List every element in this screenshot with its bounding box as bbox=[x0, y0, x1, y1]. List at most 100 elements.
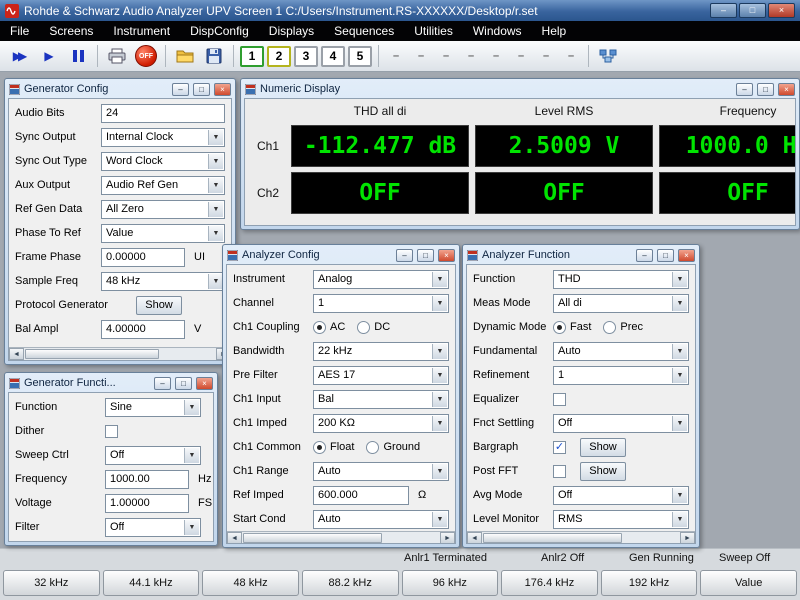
equalizer-checkbox[interactable] bbox=[553, 392, 566, 406]
minimize-button[interactable]: – bbox=[636, 248, 653, 262]
maximize-button[interactable]: □ bbox=[657, 248, 674, 262]
phase-to-ref-select[interactable]: Value ▼ bbox=[101, 223, 225, 243]
maximize-button[interactable]: □ bbox=[175, 376, 192, 390]
scroll-left-arrow[interactable]: ◄ bbox=[467, 532, 482, 543]
radio-ground[interactable] bbox=[366, 440, 380, 454]
close-button[interactable]: × bbox=[778, 82, 795, 96]
meas-mode-select[interactable]: All di ▼ bbox=[553, 293, 689, 313]
start-single-button[interactable]: ▶ bbox=[36, 44, 62, 68]
ch1-imped-select[interactable]: 200 KΩ ▼ bbox=[313, 413, 449, 433]
radio-ac[interactable] bbox=[313, 320, 326, 334]
menu-item-dispconfig[interactable]: DispConfig bbox=[180, 21, 259, 41]
function-select[interactable]: Sine ▼ bbox=[105, 397, 201, 417]
fnct-settling-select[interactable]: Off ▼ bbox=[553, 413, 689, 433]
softkey-48khz[interactable]: 48 kHz bbox=[202, 570, 299, 596]
horizontal-scrollbar[interactable]: ◄ ► bbox=[467, 531, 695, 543]
radio-float[interactable] bbox=[313, 440, 326, 454]
softkey-88-2khz[interactable]: 88.2 kHz bbox=[301, 570, 399, 596]
radio-prec[interactable] bbox=[603, 320, 617, 334]
setup-4-button[interactable]: 4 bbox=[321, 45, 345, 67]
avg-mode-select[interactable]: Off ▼ bbox=[553, 485, 689, 505]
generator-function-titlebar[interactable]: Generator Functi... – □ × bbox=[8, 374, 214, 392]
softkey-176-4khz[interactable]: 176.4 kHz bbox=[501, 570, 598, 596]
ref-imped-input[interactable]: 600.000 bbox=[313, 485, 409, 505]
ref-gen-data-select[interactable]: All Zero ▼ bbox=[101, 199, 225, 219]
bandwidth-select[interactable]: 22 kHz ▼ bbox=[313, 341, 449, 361]
scroll-thumb[interactable] bbox=[243, 533, 382, 543]
maximize-button[interactable]: □ bbox=[417, 248, 434, 262]
aux-output-select[interactable]: Audio Ref Gen ▼ bbox=[101, 175, 225, 195]
menu-item-help[interactable]: Help bbox=[532, 21, 577, 41]
menu-item-file[interactable]: File bbox=[0, 21, 39, 41]
bargraph-checkbox[interactable]: ✓ bbox=[553, 440, 566, 454]
scroll-thumb[interactable] bbox=[483, 533, 622, 543]
save-setup-button[interactable] bbox=[201, 44, 227, 68]
frequency-input[interactable]: 1000.00 bbox=[105, 469, 189, 489]
maximize-button[interactable]: □ bbox=[193, 82, 210, 96]
analyzer-function-titlebar[interactable]: Analyzer Function – □ × bbox=[466, 246, 696, 264]
window-arrange-button[interactable] bbox=[595, 44, 621, 68]
setup-3-button[interactable]: 3 bbox=[294, 45, 318, 67]
scroll-thumb[interactable] bbox=[25, 349, 160, 359]
radio-fast[interactable] bbox=[553, 320, 566, 334]
close-button[interactable]: × bbox=[678, 248, 695, 262]
minimize-button[interactable]: – bbox=[172, 82, 189, 96]
scroll-left-arrow[interactable]: ◄ bbox=[227, 532, 242, 543]
maximize-button[interactable]: □ bbox=[757, 82, 774, 96]
setup-5-button[interactable]: 5 bbox=[348, 45, 372, 67]
filter-select[interactable]: Off ▼ bbox=[105, 517, 201, 537]
sync-out-type-select[interactable]: Word Clock ▼ bbox=[101, 151, 225, 171]
sample-freq-select[interactable]: 48 kHz ▼ bbox=[101, 271, 225, 291]
menu-item-utilities[interactable]: Utilities bbox=[404, 21, 463, 41]
numeric-display-titlebar[interactable]: Numeric Display – □ × bbox=[244, 80, 796, 98]
voltage-input[interactable]: 1.00000 bbox=[105, 493, 189, 513]
menu-item-sequences[interactable]: Sequences bbox=[324, 21, 404, 41]
minimize-button[interactable]: – bbox=[736, 82, 753, 96]
ch1-input-select[interactable]: Bal ▼ bbox=[313, 389, 449, 409]
menu-item-screens[interactable]: Screens bbox=[39, 21, 103, 41]
channel-select[interactable]: 1 ▼ bbox=[313, 293, 449, 313]
close-button[interactable]: × bbox=[214, 82, 231, 96]
sync-output-select[interactable]: Internal Clock ▼ bbox=[101, 127, 225, 147]
minimize-button[interactable]: – bbox=[396, 248, 413, 262]
refinement-select[interactable]: 1 ▼ bbox=[553, 365, 689, 385]
level-monitor-select[interactable]: RMS ▼ bbox=[553, 509, 689, 529]
analyzer-config-titlebar[interactable]: Analyzer Config – □ × bbox=[226, 246, 456, 264]
close-button[interactable]: × bbox=[768, 3, 795, 18]
instrument-select[interactable]: Analog ▼ bbox=[313, 269, 449, 289]
softkey-32khz[interactable]: 32 kHz bbox=[3, 570, 100, 596]
protocol-generator-show-button[interactable]: Show bbox=[136, 295, 182, 315]
scroll-right-arrow[interactable]: ► bbox=[680, 532, 695, 543]
dither-checkbox[interactable] bbox=[105, 424, 118, 438]
generator-config-titlebar[interactable]: Generator Config – □ × bbox=[8, 80, 232, 98]
start-cond-select[interactable]: Auto ▼ bbox=[313, 509, 449, 529]
horizontal-scrollbar[interactable]: ◄ ► bbox=[9, 347, 231, 360]
sweep-ctrl-select[interactable]: Off ▼ bbox=[105, 445, 201, 465]
bal-ampl-input[interactable]: 4.00000 bbox=[101, 319, 185, 339]
post-fft-show-button[interactable]: Show bbox=[580, 461, 626, 481]
menu-item-displays[interactable]: Displays bbox=[259, 21, 324, 41]
fundamental-select[interactable]: Auto ▼ bbox=[553, 341, 689, 361]
setup-2-button[interactable]: 2 bbox=[267, 45, 291, 67]
audio-bits-input[interactable]: 24 bbox=[101, 103, 225, 123]
ch1-range-select[interactable]: Auto ▼ bbox=[313, 461, 449, 481]
menu-item-windows[interactable]: Windows bbox=[463, 21, 532, 41]
print-button[interactable] bbox=[104, 44, 130, 68]
start-continuous-button[interactable]: ▶▶ bbox=[7, 44, 33, 68]
scroll-left-arrow[interactable]: ◄ bbox=[9, 348, 24, 360]
open-setup-button[interactable] bbox=[172, 44, 198, 68]
softkey-44-1khz[interactable]: 44.1 kHz bbox=[102, 570, 200, 596]
stop-continue-button[interactable] bbox=[65, 44, 91, 68]
minimize-button[interactable]: – bbox=[154, 376, 171, 390]
bargraph-show-button[interactable]: Show bbox=[580, 437, 626, 457]
maximize-button[interactable]: □ bbox=[739, 3, 766, 18]
frame-phase-input[interactable]: 0.00000 bbox=[101, 247, 185, 267]
softkey-value[interactable]: Value bbox=[700, 570, 797, 596]
menu-item-instrument[interactable]: Instrument bbox=[103, 21, 180, 41]
output-off-button[interactable]: OFF bbox=[133, 44, 159, 68]
scroll-track[interactable] bbox=[482, 532, 680, 543]
softkey-96khz[interactable]: 96 kHz bbox=[401, 570, 499, 596]
minimize-button[interactable]: – bbox=[710, 3, 737, 18]
setup-1-button[interactable]: 1 bbox=[240, 45, 264, 67]
close-button[interactable]: × bbox=[438, 248, 455, 262]
